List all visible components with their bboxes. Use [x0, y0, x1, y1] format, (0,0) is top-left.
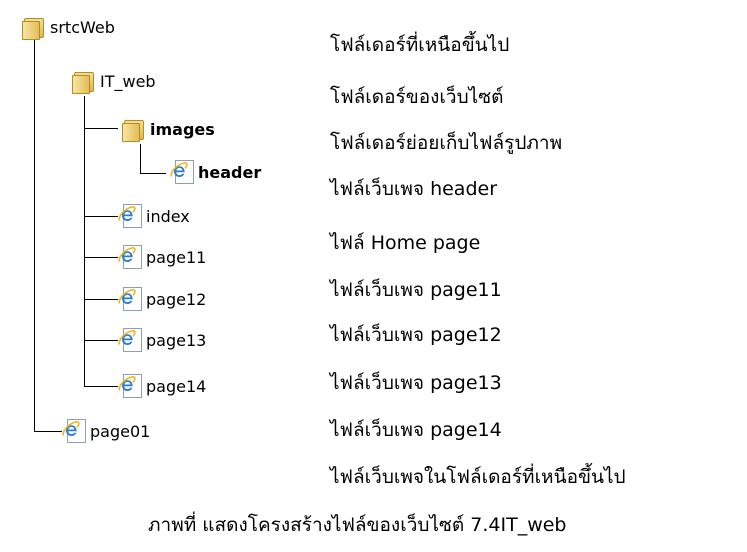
tree-node-page01[interactable]: page01	[62, 418, 150, 444]
description-page14: ไฟล์เว็บเพจ page14	[330, 419, 502, 441]
tree-node-label: page14	[146, 376, 207, 396]
description-parent-folder-page: ไฟล์เว็บเพจในโฟล์เดอร์ที่เหนือขึ้นไป	[330, 466, 626, 488]
description-page11: ไฟล์เว็บเพจ page11	[330, 279, 502, 301]
description-website-folder: โฟล์เดอร์ของเว็บไซต์	[330, 86, 504, 108]
description-parent-folder: โฟล์เดอร์ที่เหนือขึ้นไป	[330, 34, 510, 56]
folder-icon	[122, 118, 146, 142]
tree-node-label: images	[150, 119, 215, 139]
description-images-folder: โฟล์เดอร์ย่อยเก็บไฟล์รูปภาพ	[330, 132, 563, 154]
tree-node-header[interactable]: header	[170, 159, 261, 185]
ie-page-icon	[118, 328, 142, 352]
description-header-page: ไฟล์เว็บเพจ header	[330, 178, 498, 200]
folder-icon	[72, 70, 96, 94]
tree-connector	[84, 340, 118, 341]
tree-connector	[34, 431, 62, 432]
tree-node-label: page13	[146, 330, 207, 350]
ie-page-icon	[62, 419, 86, 443]
description-page13: ไฟล์เว็บเพจ page13	[330, 372, 502, 394]
tree-node-page14[interactable]: page14	[118, 373, 206, 399]
tree-connector	[84, 216, 118, 217]
tree-node-page11[interactable]: page11	[118, 244, 206, 270]
tree-connector	[84, 386, 118, 387]
description-page12: ไฟล์เว็บเพจ page12	[330, 324, 502, 346]
tree-connector	[84, 257, 118, 258]
tree-node-page13[interactable]: page13	[118, 327, 206, 353]
tree-connector	[140, 173, 166, 174]
tree-node-label: page12	[146, 289, 207, 309]
folder-icon	[22, 16, 46, 40]
tree-node-label: page01	[90, 421, 151, 441]
ie-page-icon	[118, 374, 142, 398]
tree-node-label: srtcWeb	[50, 17, 115, 37]
tree-node-srtcweb[interactable]: srtcWeb	[22, 14, 115, 40]
tree-node-images[interactable]: images	[122, 116, 215, 142]
ie-page-icon	[118, 245, 142, 269]
tree-node-page12[interactable]: page12	[118, 286, 206, 312]
ie-page-icon	[118, 204, 142, 228]
tree-node-label: IT_web	[100, 71, 156, 91]
tree-node-label: page11	[146, 247, 207, 267]
tree-node-label: header	[198, 162, 262, 182]
ie-page-icon	[170, 160, 194, 184]
figure-caption: ภาพที่ แสดงโครงสร้างไฟล์ของเว็บไซต์ 7.4I…	[148, 514, 567, 536]
tree-connector	[84, 299, 118, 300]
tree-node-index[interactable]: index	[118, 203, 190, 229]
tree-node-it-web[interactable]: IT_web	[72, 68, 156, 94]
tree-connector	[84, 96, 85, 387]
description-home-page: ไฟล์ Home page	[330, 232, 481, 254]
tree-connector	[84, 128, 118, 129]
tree-connector	[140, 144, 141, 174]
tree-connector	[34, 40, 35, 432]
ie-page-icon	[118, 287, 142, 311]
tree-node-label: index	[146, 206, 190, 226]
